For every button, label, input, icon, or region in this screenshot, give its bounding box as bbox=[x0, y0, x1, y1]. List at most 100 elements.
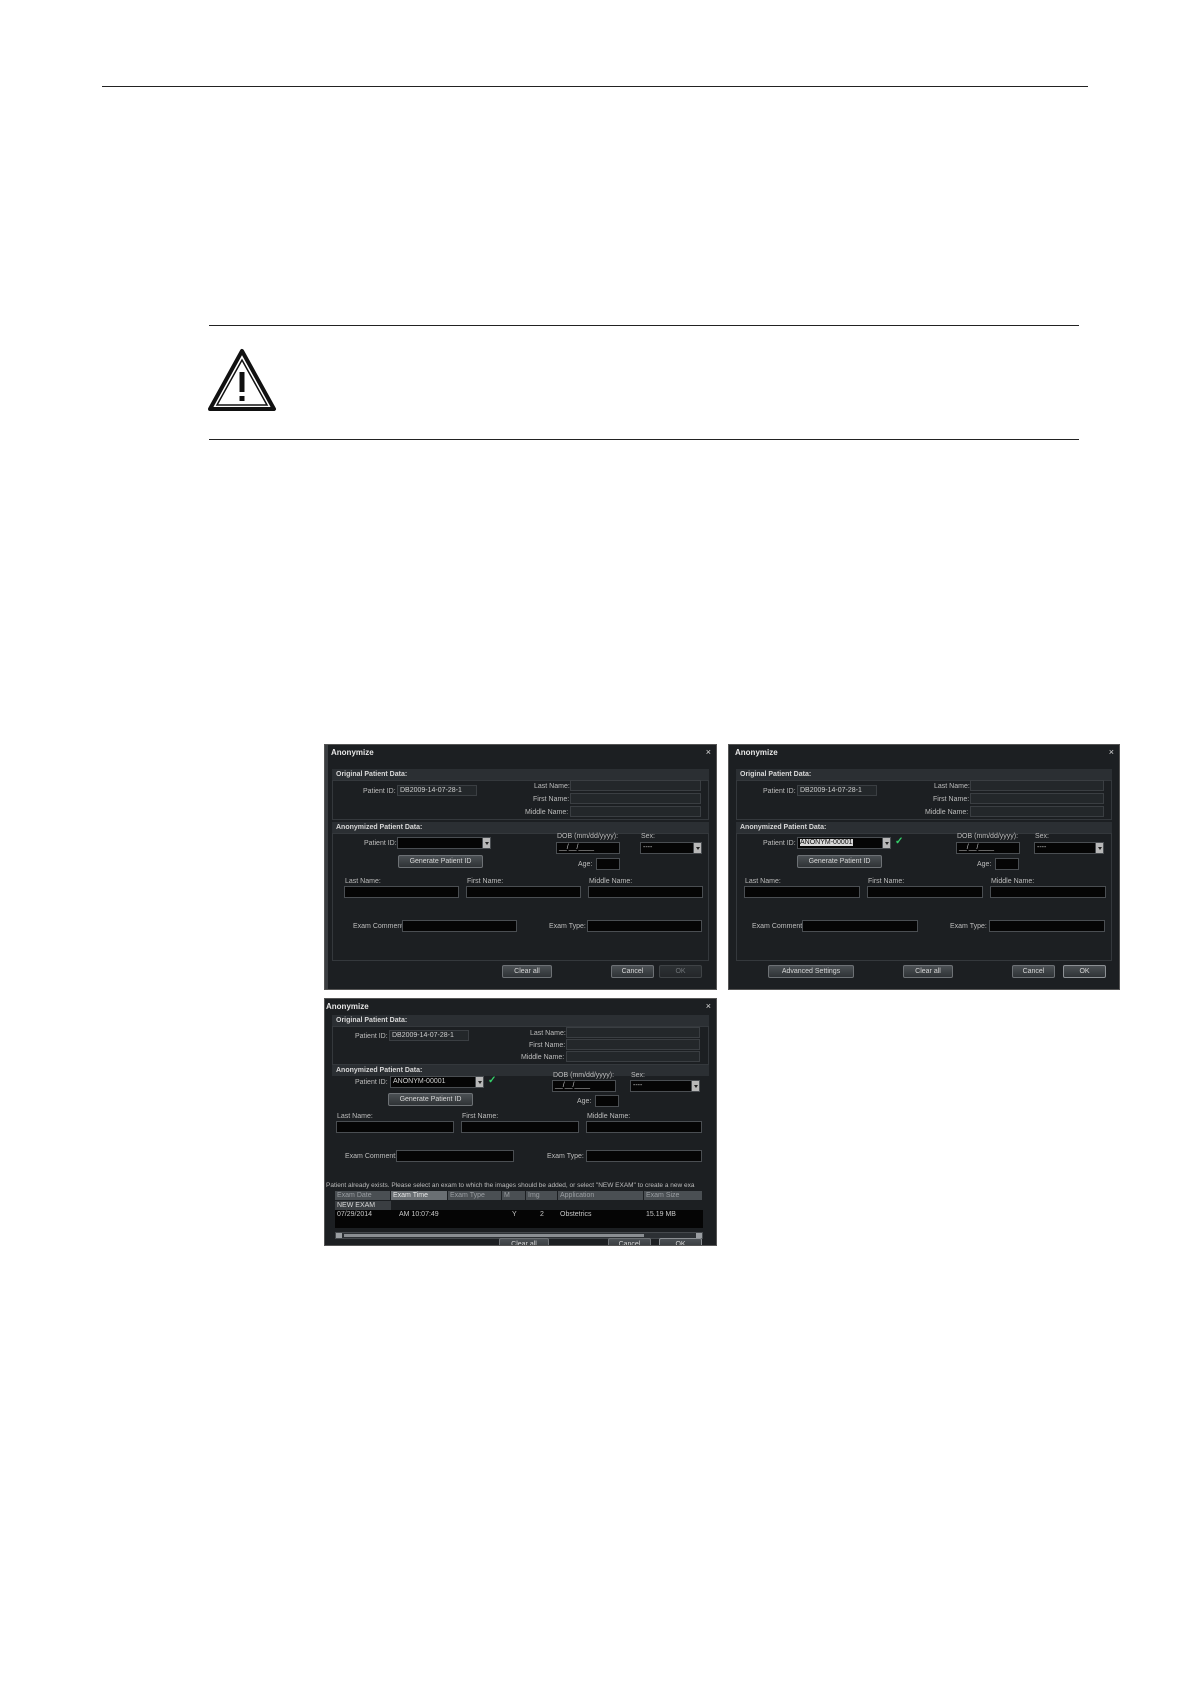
checkmark-icon: ✓ bbox=[488, 1075, 497, 1086]
clear-all-button[interactable]: Clear all bbox=[502, 965, 552, 978]
cell-m: Y bbox=[512, 1211, 517, 1218]
close-icon[interactable]: × bbox=[1109, 747, 1114, 757]
chevron-down-icon[interactable] bbox=[1095, 842, 1104, 854]
dob-input[interactable]: __/__/____ bbox=[552, 1080, 616, 1092]
patient-id-input[interactable] bbox=[397, 837, 483, 849]
scrollbar-thumb[interactable] bbox=[344, 1234, 644, 1237]
exam-comment-input[interactable] bbox=[396, 1150, 514, 1162]
dialog-title: Anonymize bbox=[735, 748, 778, 757]
sex-label: Sex: bbox=[1035, 833, 1050, 840]
exam-comment-input[interactable] bbox=[402, 920, 517, 932]
age-label: Age: bbox=[578, 861, 593, 868]
generate-patient-id-button[interactable]: Generate Patient ID bbox=[797, 855, 882, 868]
cell-exam-type bbox=[448, 1210, 502, 1219]
orig-middle-name-label: Middle Name: bbox=[925, 809, 969, 816]
last-name-input[interactable] bbox=[744, 886, 860, 898]
orig-patient-id-value: DB2009-14-07-28-1 bbox=[397, 785, 477, 796]
orig-patient-id-value: DB2009-14-07-28-1 bbox=[389, 1030, 469, 1041]
col-header-m[interactable]: M bbox=[502, 1191, 526, 1200]
ok-button[interactable]: OK bbox=[659, 1238, 702, 1245]
exam-comment-input[interactable] bbox=[802, 920, 918, 932]
patient-id-label: Patient ID: bbox=[355, 1079, 388, 1086]
patient-id-label: Patient ID: bbox=[763, 840, 796, 847]
chevron-down-icon[interactable] bbox=[693, 842, 702, 854]
new-exam-cell: NEW EXAM bbox=[335, 1201, 391, 1210]
col-header-img[interactable]: Img bbox=[526, 1191, 558, 1200]
last-name-input[interactable] bbox=[336, 1121, 454, 1133]
warning-bottom-rule bbox=[209, 439, 1079, 440]
chevron-down-icon[interactable] bbox=[882, 837, 891, 849]
cancel-button[interactable]: Cancel bbox=[1012, 965, 1055, 978]
dob-input[interactable]: __/__/____ bbox=[956, 842, 1020, 854]
dob-label: DOB (mm/dd/yyyy): bbox=[957, 833, 1019, 840]
exam-type-label: Exam Type: bbox=[547, 1153, 584, 1160]
anonymized-patient-data-header: Anonymized Patient Data: bbox=[736, 822, 1112, 833]
scroll-left-icon[interactable] bbox=[336, 1233, 342, 1238]
exam-type-input[interactable] bbox=[586, 1150, 702, 1162]
close-icon[interactable]: × bbox=[706, 747, 711, 757]
middle-name-input[interactable] bbox=[990, 886, 1106, 898]
patient-exists-message: Patient already exists. Please select an… bbox=[326, 1182, 695, 1189]
age-input[interactable] bbox=[995, 858, 1019, 870]
clear-all-button[interactable]: Clear all bbox=[499, 1238, 549, 1245]
chevron-down-icon[interactable] bbox=[691, 1080, 700, 1092]
clear-all-button[interactable]: Clear all bbox=[903, 965, 953, 978]
chevron-down-icon[interactable] bbox=[475, 1076, 484, 1088]
header-rule bbox=[102, 86, 1088, 87]
cell-application: Obstetrics bbox=[560, 1211, 592, 1218]
original-patient-data-header: Original Patient Data: bbox=[736, 769, 1112, 780]
sex-select[interactable]: ---- bbox=[630, 1080, 700, 1092]
table-row-new-exam[interactable]: NEW EXAM bbox=[335, 1201, 703, 1210]
anonymize-dialog-patient-exists: Anonymize × Original Patient Data: Patie… bbox=[324, 998, 717, 1246]
exam-type-input[interactable] bbox=[989, 920, 1105, 932]
last-name-label: Last Name: bbox=[345, 878, 381, 885]
orig-patient-id-label: Patient ID: bbox=[355, 1033, 388, 1040]
table-row[interactable]: 07/29/2014 AM 10:07:49 Y 2 Obstetrics 15… bbox=[335, 1210, 703, 1219]
col-header-exam-date[interactable]: Exam Date bbox=[335, 1191, 391, 1200]
advanced-settings-button[interactable]: Advanced Settings bbox=[768, 965, 854, 978]
orig-first-name-value bbox=[970, 793, 1104, 804]
cancel-button[interactable]: Cancel bbox=[608, 1238, 651, 1245]
generate-patient-id-button[interactable]: Generate Patient ID bbox=[398, 855, 483, 868]
dob-input[interactable]: __/__/____ bbox=[556, 842, 620, 854]
anonymize-dialog-generated: Anonymize × Original Patient Data: Patie… bbox=[728, 744, 1120, 990]
orig-first-name-label: First Name: bbox=[533, 796, 570, 803]
ok-button[interactable]: OK bbox=[1063, 965, 1106, 978]
first-name-input[interactable] bbox=[461, 1121, 579, 1133]
col-header-application[interactable]: Application bbox=[558, 1191, 644, 1200]
exam-comment-label: Exam Comment: bbox=[752, 923, 805, 930]
sex-label: Sex: bbox=[631, 1072, 646, 1079]
col-header-exam-type[interactable]: Exam Type bbox=[448, 1191, 502, 1200]
first-name-input[interactable] bbox=[466, 886, 581, 898]
sex-select[interactable]: ---- bbox=[1034, 842, 1104, 854]
warning-top-rule bbox=[209, 325, 1079, 326]
original-patient-data-header: Original Patient Data: bbox=[332, 1015, 709, 1026]
close-icon[interactable]: × bbox=[706, 1001, 711, 1011]
orig-middle-name-label: Middle Name: bbox=[521, 1054, 565, 1061]
patient-id-value: ANONYM-00001 bbox=[800, 839, 853, 846]
cell-exam-time: AM 10:07:49 bbox=[399, 1211, 439, 1218]
middle-name-input[interactable] bbox=[586, 1121, 702, 1133]
anonymized-patient-data-header: Anonymized Patient Data: bbox=[332, 1065, 709, 1076]
col-header-exam-time[interactable]: Exam Time bbox=[391, 1191, 448, 1200]
generate-patient-id-button[interactable]: Generate Patient ID bbox=[388, 1093, 473, 1106]
col-header-exam-size[interactable]: Exam Size bbox=[644, 1191, 703, 1200]
ok-button[interactable]: OK bbox=[659, 965, 702, 978]
patient-id-input[interactable]: ANONYM-00001 bbox=[390, 1076, 476, 1088]
first-name-input[interactable] bbox=[867, 886, 983, 898]
dialog-title: Anonymize bbox=[331, 748, 374, 757]
cell-img: 2 bbox=[540, 1211, 544, 1218]
cancel-button[interactable]: Cancel bbox=[611, 965, 654, 978]
orig-last-name-label: Last Name: bbox=[530, 1030, 566, 1037]
age-input[interactable] bbox=[595, 1095, 619, 1107]
exam-comment-label: Exam Comment: bbox=[345, 1153, 398, 1160]
middle-name-input[interactable] bbox=[588, 886, 703, 898]
middle-name-label: Middle Name: bbox=[991, 878, 1035, 885]
chevron-down-icon[interactable] bbox=[482, 837, 491, 849]
last-name-input[interactable] bbox=[344, 886, 459, 898]
age-input[interactable] bbox=[596, 858, 620, 870]
exam-table: Exam Date Exam Time Exam Type M Img Appl… bbox=[335, 1191, 703, 1231]
exam-type-input[interactable] bbox=[587, 920, 702, 932]
patient-id-input[interactable]: ANONYM-00001 bbox=[797, 837, 883, 849]
dialog-title: Anonymize bbox=[326, 1002, 369, 1011]
